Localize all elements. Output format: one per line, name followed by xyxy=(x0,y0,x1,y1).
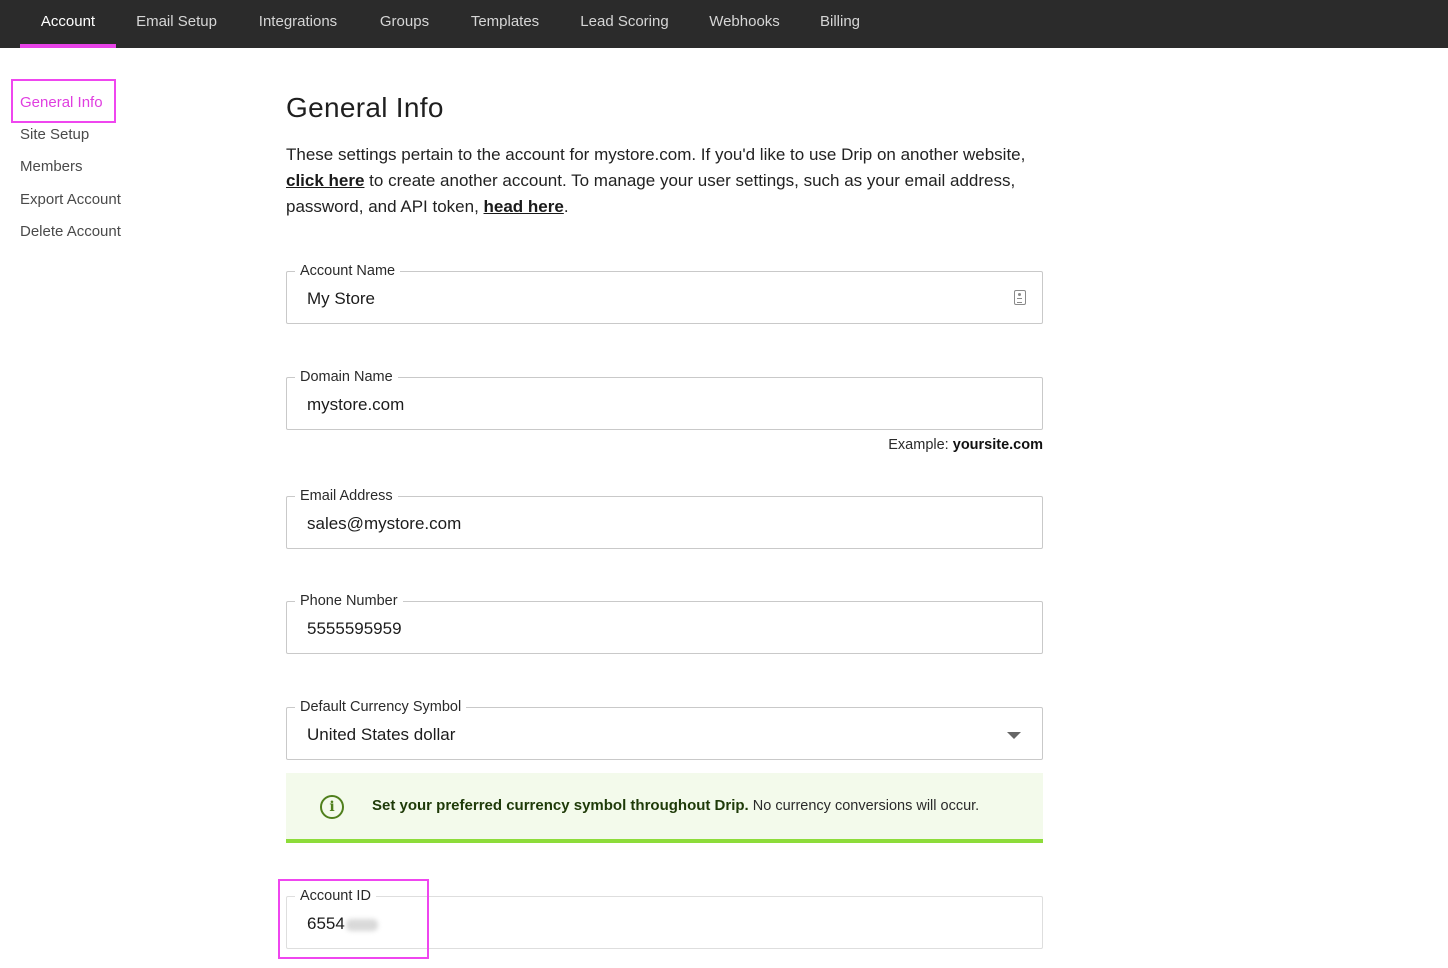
contact-card-icon[interactable] xyxy=(1014,290,1026,305)
intro-text: These settings pertain to the account fo… xyxy=(286,142,1056,220)
intro-text-part-2: to create another account. To manage you… xyxy=(286,171,1016,216)
phone-number-field[interactable]: Phone Number 5555595959 xyxy=(286,593,1043,654)
notice-text: Set your preferred currency symbol throu… xyxy=(372,796,979,816)
tab-webhooks[interactable]: Webhooks xyxy=(701,0,788,48)
sidebar-item-delete-account[interactable]: Delete Account xyxy=(20,223,121,240)
tab-lead-scoring[interactable]: Lead Scoring xyxy=(572,0,677,48)
notice-normal-text: No currency conversions will occur. xyxy=(748,798,980,814)
account-id-value: 6554 xyxy=(307,897,378,948)
domain-hint-example: yoursite.com xyxy=(952,437,1043,453)
domain-name-value: mystore.com xyxy=(307,395,405,414)
sidebar-item-members[interactable]: Members xyxy=(20,158,83,175)
account-id-visible-digits: 6554 xyxy=(307,914,345,933)
click-here-link[interactable]: click here xyxy=(286,171,364,190)
top-navigation: Account Email Setup Integrations Groups … xyxy=(0,0,1448,48)
tab-templates[interactable]: Templates xyxy=(462,0,548,48)
domain-hint-prefix: Example: xyxy=(888,437,949,453)
tab-billing[interactable]: Billing xyxy=(812,0,868,48)
phone-number-value: 5555595959 xyxy=(307,619,402,638)
tab-account[interactable]: Account xyxy=(20,0,116,48)
sidebar-item-site-setup[interactable]: Site Setup xyxy=(20,126,89,143)
intro-text-part-3: . xyxy=(563,197,569,216)
currency-value: United States dollar xyxy=(307,725,456,744)
sidebar-item-export-account[interactable]: Export Account xyxy=(20,191,121,208)
chevron-down-icon[interactable] xyxy=(1007,732,1021,739)
tab-email-setup[interactable]: Email Setup xyxy=(128,0,225,48)
notice-bold-text: Set your preferred currency symbol throu… xyxy=(372,797,749,814)
domain-name-hint: Example: yoursite.com xyxy=(600,437,1043,453)
tab-groups[interactable]: Groups xyxy=(371,0,438,48)
info-icon: i xyxy=(320,795,344,819)
page-title: General Info xyxy=(286,92,444,123)
account-id-field: Account ID 6554 xyxy=(286,888,1043,949)
domain-name-field[interactable]: Domain Name mystore.com xyxy=(286,369,1043,430)
account-name-field[interactable]: Account Name My Store xyxy=(286,263,1043,324)
account-name-value: My Store xyxy=(307,289,376,308)
redacted-blur xyxy=(345,918,378,931)
email-address-value: sales@mystore.com xyxy=(307,514,462,533)
email-address-field[interactable]: Email Address sales@mystore.com xyxy=(286,488,1043,549)
currency-select[interactable]: Default Currency Symbol United States do… xyxy=(286,699,1043,760)
sidebar-item-general-info[interactable]: General Info xyxy=(20,94,103,111)
currency-notice: i Set your preferred currency symbol thr… xyxy=(286,773,1043,843)
intro-text-part-1: These settings pertain to the account fo… xyxy=(286,145,1026,164)
tab-integrations[interactable]: Integrations xyxy=(249,0,347,48)
head-here-link[interactable]: head here xyxy=(484,197,564,216)
